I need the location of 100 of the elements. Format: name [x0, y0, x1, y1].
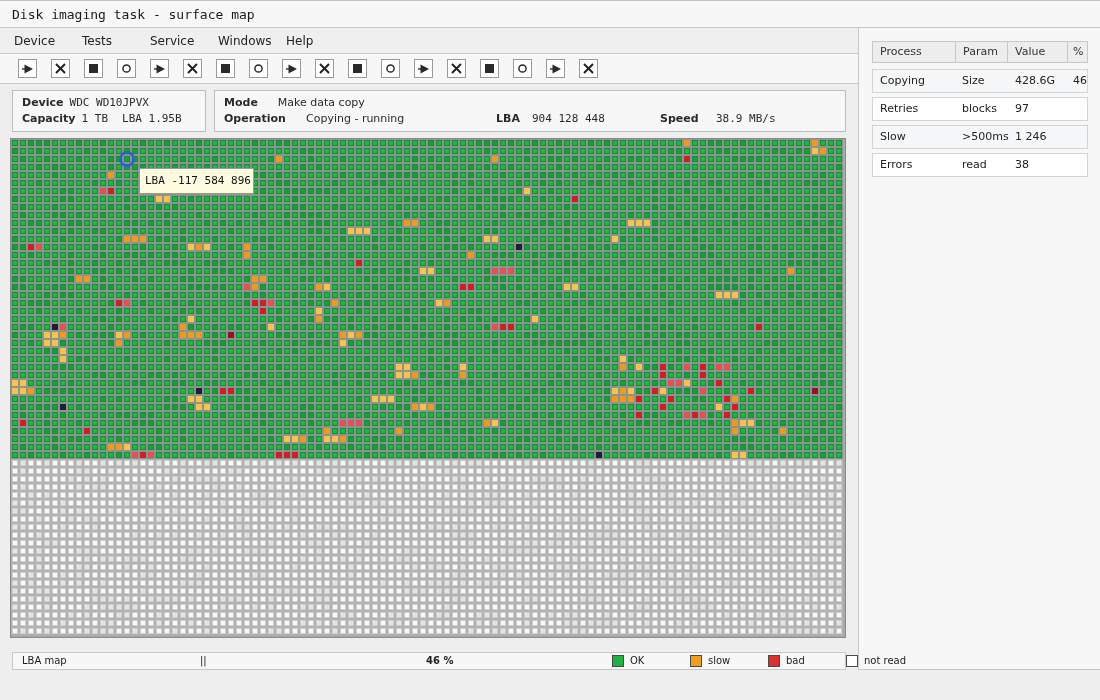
- sector-cell: [460, 372, 466, 378]
- sector-cell: [572, 284, 578, 290]
- tooltip: LBA -117 584 896: [139, 168, 254, 194]
- sector-cell: [180, 332, 186, 338]
- sector-cell: [756, 324, 762, 330]
- toolbar-button[interactable]: [546, 59, 565, 78]
- sector-cell: [684, 364, 690, 370]
- toolbar-button[interactable]: [579, 59, 598, 78]
- sector-cell: [492, 236, 498, 242]
- field-label: Speed: [660, 111, 699, 127]
- table-cell-text: 46: [1072, 73, 1087, 89]
- play-icon: [550, 63, 561, 74]
- toolbar-button[interactable]: [84, 59, 103, 78]
- sector-cell: [356, 420, 362, 426]
- sector-cell: [356, 228, 362, 234]
- sector-cell: [460, 364, 466, 370]
- sector-cell: [436, 300, 442, 306]
- sector-cell: [388, 396, 394, 402]
- sector-cell: [76, 276, 82, 282]
- toolbar-button[interactable]: [480, 59, 499, 78]
- toolbar-button[interactable]: [348, 59, 367, 78]
- sector-cell: [492, 268, 498, 274]
- toolbar-button[interactable]: [51, 59, 70, 78]
- sector-cell: [644, 220, 650, 226]
- sector-cell: [660, 388, 666, 394]
- sector-cell: [396, 428, 402, 434]
- circle-icon: [518, 64, 527, 73]
- sector-cell: [748, 388, 754, 394]
- toolbar-button[interactable]: [513, 59, 532, 78]
- menu-item[interactable]: Service: [150, 32, 195, 49]
- sector-cell: [716, 404, 722, 410]
- stop-icon: [89, 64, 98, 73]
- sector-cell: [268, 324, 274, 330]
- play-icon: [154, 63, 165, 74]
- field-value: Make data copy: [277, 95, 365, 111]
- play-icon: [418, 63, 429, 74]
- toolbar-button[interactable]: [315, 59, 334, 78]
- toolbar-button[interactable]: [117, 59, 136, 78]
- sector-cell: [20, 388, 26, 394]
- menu-item[interactable]: Help: [286, 32, 314, 49]
- sector-cell: [636, 364, 642, 370]
- sector-cell: [108, 188, 114, 194]
- sector-cell: [428, 268, 434, 274]
- toolbar-button[interactable]: [18, 59, 37, 78]
- sector-cell: [660, 364, 666, 370]
- toolbar-button[interactable]: [183, 59, 202, 78]
- toolbar-button[interactable]: [216, 59, 235, 78]
- sector-cell: [732, 404, 738, 410]
- sector-cell: [444, 300, 450, 306]
- sector-cell: [572, 196, 578, 202]
- sector-cell: [780, 428, 786, 434]
- sector-cell: [412, 220, 418, 226]
- sector-cell: [324, 284, 330, 290]
- toolbar-button[interactable]: [282, 59, 301, 78]
- play-icon: [22, 63, 33, 74]
- sector-cell: [420, 404, 426, 410]
- sector-cell: [124, 236, 130, 242]
- sector-cell: [636, 412, 642, 418]
- sector-cell: [260, 300, 266, 306]
- column-header: Param: [956, 42, 1008, 62]
- sector-cell: [204, 244, 210, 250]
- menu-item[interactable]: Device: [14, 32, 56, 49]
- legend-label: OK: [630, 654, 645, 668]
- sector-cell: [52, 324, 58, 330]
- sector-cell: [724, 364, 730, 370]
- sector-cell: [812, 140, 818, 146]
- table-cell-text: read: [961, 157, 988, 173]
- sector-cell: [116, 444, 122, 450]
- sector-cell: [700, 364, 706, 370]
- toolbar-button[interactable]: [249, 59, 268, 78]
- table-cell-text: 38: [1014, 157, 1030, 173]
- sector-cell: [60, 348, 66, 354]
- status-indicator: ||: [200, 654, 207, 668]
- toolbar-button[interactable]: [414, 59, 433, 78]
- field-label: Device: [22, 95, 64, 111]
- menu-item[interactable]: Tests: [82, 32, 112, 49]
- sector-cell: [660, 372, 666, 378]
- sector-cell: [196, 244, 202, 250]
- table-cell-text: Size: [961, 73, 986, 89]
- sector-cell: [44, 340, 50, 346]
- sector-cell: [340, 420, 346, 426]
- menu-item[interactable]: Windows: [218, 32, 272, 49]
- sector-cell: [404, 364, 410, 370]
- sector-cell: [692, 412, 698, 418]
- toolbar-button[interactable]: [150, 59, 169, 78]
- sector-cell: [188, 396, 194, 402]
- sector-cell: [348, 420, 354, 426]
- toolbar-button[interactable]: [447, 59, 466, 78]
- column-header: Value: [1008, 42, 1068, 62]
- sector-cell: [716, 380, 722, 386]
- sector-cell: [284, 436, 290, 442]
- sector-cell: [348, 228, 354, 234]
- sector-cell: [188, 244, 194, 250]
- sector-cell: [652, 388, 658, 394]
- toolbar-button[interactable]: [381, 59, 400, 78]
- window-title: Disk imaging task - surface map: [12, 6, 255, 22]
- sector-cell: [732, 396, 738, 402]
- sector-cell: [332, 436, 338, 442]
- sector-cell: [36, 244, 42, 250]
- sector-cell: [292, 452, 298, 458]
